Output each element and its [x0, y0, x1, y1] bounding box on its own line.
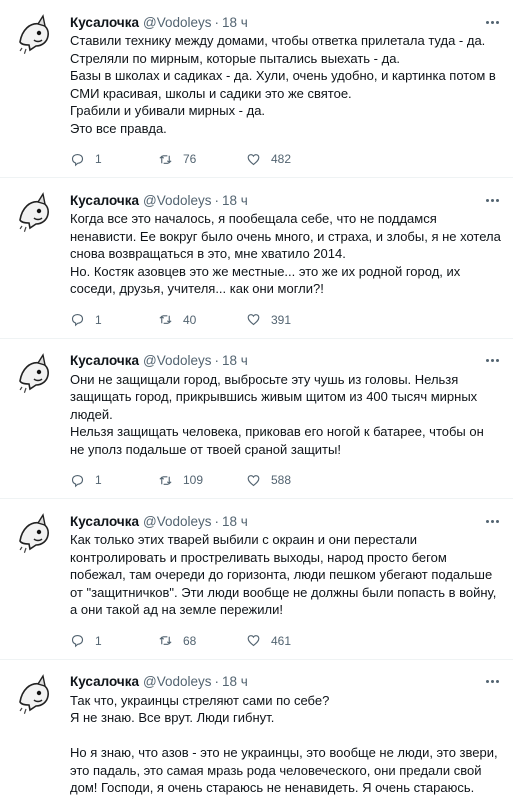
separator-dot: ·	[214, 14, 220, 30]
tweet-text-line: Когда все это началось, я пообещала себе…	[70, 211, 501, 261]
author-handle[interactable]: @Vodoleys	[143, 514, 212, 529]
like-count: 482	[271, 152, 292, 166]
heart-icon	[246, 633, 261, 648]
tweet-header: Кусалочка @Vodoleys · 18 ч	[70, 190, 501, 210]
like-button[interactable]: 461	[246, 633, 334, 648]
reply-count: 1	[95, 473, 102, 487]
retweet-icon	[158, 473, 173, 488]
tweet-text-line: Стреляли по мирным, которые пытались вые…	[70, 50, 401, 66]
separator-dot: ·	[214, 513, 220, 529]
heart-icon	[246, 312, 261, 327]
retweet-count: 76	[183, 152, 197, 166]
reply-button[interactable]: 1	[70, 152, 158, 167]
tweet-header: Кусалочка @Vodoleys · 18 ч	[70, 351, 501, 371]
more-options-icon[interactable]	[483, 192, 501, 208]
retweet-button[interactable]: 40	[158, 312, 246, 327]
tweet-time[interactable]: 18 ч	[222, 514, 248, 529]
tweet-text-line: Но. Костяк азовцев это же местные... это…	[70, 263, 461, 297]
avatar[interactable]	[12, 511, 56, 555]
tweet-header: Кусалочка @Vodoleys · 18 ч	[70, 511, 501, 531]
retweet-icon	[158, 152, 173, 167]
reply-icon	[70, 152, 85, 167]
tweet-text-line: Базы в школах и садиках - да. Хули, очен…	[70, 68, 496, 101]
more-options-icon[interactable]	[483, 353, 501, 369]
retweet-button[interactable]: 76	[158, 152, 246, 167]
author-name[interactable]: Кусалочка	[70, 15, 139, 30]
avatar[interactable]	[12, 12, 56, 56]
retweet-count: 68	[183, 633, 197, 648]
tweet-text-line: Так что, украинцы стреляют сами по себе?	[70, 692, 330, 708]
more-options-icon[interactable]	[483, 14, 501, 30]
author-handle[interactable]: @Vodoleys	[143, 674, 212, 689]
tweet[interactable]: Кусалочка @Vodoleys · 18 ч Ставили технику м…	[0, 0, 513, 178]
tweet-text-line: Грабили и убивали мирных - да.	[70, 103, 266, 118]
reply-icon	[70, 633, 85, 648]
tweet-text-line: Но я знаю, что азов - это не украинцы, э…	[70, 745, 498, 795]
reply-count: 1	[95, 312, 102, 327]
like-button[interactable]: 391	[246, 312, 334, 327]
more-options-icon[interactable]	[483, 513, 501, 529]
author-name[interactable]: Кусалочка	[70, 514, 139, 529]
retweet-button[interactable]: 68	[158, 633, 246, 648]
tweet-actions: 1 76 482	[70, 141, 501, 177]
tweet-text: Когда все это началось, я пообещала себе…	[70, 210, 501, 298]
reply-count: 1	[95, 152, 102, 166]
reply-icon	[70, 312, 85, 327]
tweet-actions: 1 109 588	[70, 462, 501, 498]
like-count: 461	[271, 633, 292, 648]
like-button[interactable]: 482	[246, 152, 334, 167]
reply-button[interactable]: 1	[70, 312, 158, 327]
more-options-icon[interactable]	[483, 674, 501, 690]
avatar[interactable]	[12, 350, 56, 395]
tweet[interactable]: Кусалочка @Vodoleys · 18 ч Когда все это нач…	[0, 178, 513, 339]
author-handle[interactable]: @Vodoleys	[143, 15, 212, 30]
tweet-actions: 1 40 391	[70, 302, 501, 338]
separator-dot: ·	[214, 674, 220, 689]
retweet-button[interactable]: 109	[158, 473, 246, 488]
reply-icon	[70, 473, 85, 488]
tweet-time[interactable]: 18 ч	[222, 15, 248, 30]
tweet-time[interactable]: 18 ч	[222, 674, 248, 689]
author-handle[interactable]: @Vodoleys	[143, 353, 212, 368]
timeline: Кусалочка @Vodoleys · 18 ч Ставили технику м…	[0, 0, 513, 800]
tweet-text: Они не защищали город, выбросьте эту чуш…	[70, 371, 501, 459]
avatar[interactable]	[12, 190, 56, 234]
tweet-text: Так что, украинцы стреляют сами по себе?…	[70, 692, 501, 797]
tweet[interactable]: Кусалочка @Vodoleys · 18 ч Они не защищали г…	[0, 339, 513, 499]
tweet-text-line: Они не защищали город, выбросьте эту чуш…	[70, 371, 478, 422]
like-count: 588	[271, 473, 292, 487]
tweet-header: Кусалочка @Vodoleys · 18 ч	[70, 12, 501, 32]
tweet-header: Кусалочка @Vodoleys · 18 ч	[70, 672, 501, 692]
retweet-icon	[158, 633, 173, 648]
tweet-text-line: Это все правда.	[70, 120, 167, 136]
like-count: 391	[271, 312, 292, 327]
tweet-text-line: Нельзя защищать человека, приковав его н…	[70, 424, 484, 457]
retweet-count: 109	[183, 473, 204, 487]
separator-dot: ·	[214, 353, 220, 368]
author-handle[interactable]: @Vodoleys	[143, 193, 212, 208]
tweet-text: Ставили технику между домами, чтобы отве…	[70, 32, 501, 137]
reply-button[interactable]: 1	[70, 473, 158, 488]
tweet-text-line: Ставили технику между домами, чтобы отве…	[70, 33, 486, 48]
like-button[interactable]: 588	[246, 473, 334, 488]
reply-button[interactable]: 1	[70, 633, 158, 648]
retweet-count: 40	[183, 312, 197, 327]
author-name[interactable]: Кусалочка	[70, 353, 139, 368]
tweet-text-line: Я не знаю. Все врут. Люди гибнут.	[70, 710, 275, 725]
author-name[interactable]: Кусалочка	[70, 674, 139, 689]
tweet-text-line: Как только этих тварей выбили с окраин и…	[70, 532, 497, 617]
tweet-actions: 1 68 461	[70, 623, 501, 659]
separator-dot: ·	[214, 192, 220, 208]
heart-icon	[246, 152, 261, 167]
tweet-time[interactable]: 18 ч	[222, 193, 248, 208]
retweet-icon	[158, 312, 173, 327]
avatar[interactable]	[12, 671, 56, 716]
reply-count: 1	[95, 633, 102, 648]
author-name[interactable]: Кусалочка	[70, 193, 139, 208]
heart-icon	[246, 473, 261, 488]
tweet-time[interactable]: 18 ч	[222, 353, 248, 368]
tweet[interactable]: Кусалочка @Vodoleys · 18 ч Как только этих т…	[0, 499, 513, 660]
tweet-text: Как только этих тварей выбили с окраин и…	[70, 531, 501, 619]
tweet[interactable]: Кусалочка @Vodoleys · 18 ч Так что, украинцы…	[0, 660, 513, 800]
